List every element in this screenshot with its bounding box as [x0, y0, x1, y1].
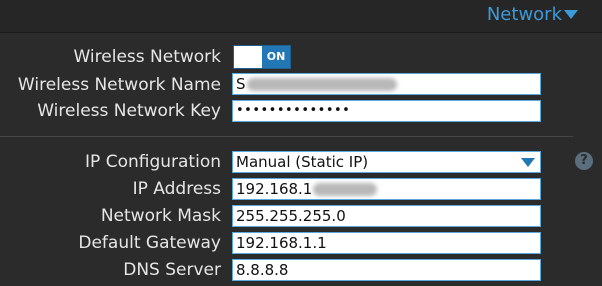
ip-address-visible-text: 192.168.1: [236, 180, 313, 198]
chevron-down-icon[interactable]: [564, 10, 578, 19]
toggle-on-indicator: ON: [262, 46, 290, 68]
help-icon[interactable]: ?: [575, 152, 593, 170]
wireless-key-masked-text: ••••••••••••••: [236, 103, 351, 118]
network-mask-label: Network Mask: [100, 206, 221, 226]
redacted-blur: [246, 78, 397, 91]
default-gateway-field[interactable]: 192.168.1.1: [232, 232, 541, 254]
dns-server-field[interactable]: 8.8.8.8: [232, 259, 541, 281]
ip-configuration-selected: Manual (Static IP): [236, 153, 369, 171]
ip-configuration-label: IP Configuration: [85, 152, 221, 172]
wireless-network-key-field[interactable]: ••••••••••••••: [232, 100, 541, 122]
ip-address-label: IP Address: [132, 179, 221, 199]
network-menu-label[interactable]: Network: [487, 4, 562, 25]
ip-address-field[interactable]: 192.168.1: [232, 178, 541, 200]
wireless-network-toggle[interactable]: ON: [233, 45, 291, 69]
wireless-network-name-field[interactable]: S: [232, 73, 541, 95]
dns-server-label: DNS Server: [123, 260, 221, 280]
top-bar: Network: [0, 0, 602, 32]
wireless-network-name-label: Wireless Network Name: [17, 75, 221, 95]
wireless-name-visible-text: S: [236, 75, 246, 93]
chevron-down-icon[interactable]: [521, 158, 535, 167]
section-divider: [0, 136, 573, 137]
ip-configuration-select[interactable]: Manual (Static IP): [232, 151, 541, 173]
redacted-blur: [313, 183, 378, 196]
wireless-network-label: Wireless Network: [73, 47, 221, 67]
header-divider: [0, 32, 602, 33]
default-gateway-label: Default Gateway: [78, 233, 221, 253]
network-mask-field[interactable]: 255.255.255.0: [232, 205, 541, 227]
wireless-network-key-label: Wireless Network Key: [37, 101, 221, 121]
